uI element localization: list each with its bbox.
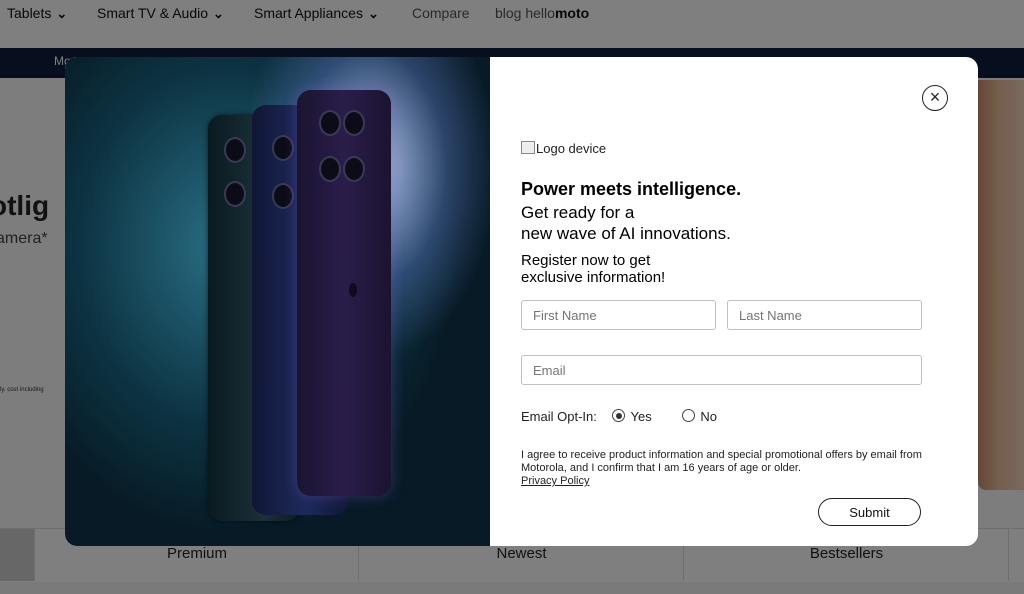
camera-lens <box>272 183 294 209</box>
camera-lens <box>343 156 365 182</box>
first-name-input[interactable] <box>522 301 715 329</box>
camera-lens <box>224 137 246 163</box>
privacy-policy-link[interactable]: Privacy Policy <box>521 475 589 487</box>
camera-lens <box>319 156 341 182</box>
broken-image-icon <box>521 141 535 154</box>
optin-yes-radio[interactable] <box>612 409 626 422</box>
email-input[interactable] <box>522 356 921 384</box>
optin-no-label[interactable]: No <box>700 409 717 424</box>
camera-lens <box>343 110 365 136</box>
camera-lens <box>319 110 341 136</box>
optin-yes-label[interactable]: Yes <box>630 409 651 424</box>
consent-text: I agree to receive product information a… <box>521 449 922 487</box>
close-button[interactable]: × <box>922 85 948 111</box>
email-optin: Email Opt-In: Yes No <box>521 409 717 424</box>
camera-lens <box>224 181 246 207</box>
optin-no-radio[interactable] <box>682 409 696 422</box>
email-field[interactable] <box>521 355 922 385</box>
logo-image: Logo device <box>521 141 606 156</box>
signup-modal: × Logo device Power meets intelligence. … <box>65 57 978 546</box>
modal-headline: Power meets intelligence. <box>521 179 742 199</box>
last-name-field[interactable] <box>727 300 922 330</box>
camera-lens <box>272 135 294 161</box>
motorola-logo-icon <box>349 283 357 297</box>
submit-button[interactable]: Submit <box>818 498 921 526</box>
optin-label: Email Opt-In: <box>521 409 597 424</box>
phones-image <box>65 57 490 546</box>
register-text: Register now to get exclusive informatio… <box>521 252 666 286</box>
last-name-input[interactable] <box>728 301 921 329</box>
close-icon: × <box>929 87 941 107</box>
modal-subhead: Get ready for a new wave of AI innovatio… <box>521 203 731 243</box>
phone-render <box>297 90 391 496</box>
signup-form: × Logo device Power meets intelligence. … <box>490 57 978 546</box>
first-name-field[interactable] <box>521 300 716 330</box>
